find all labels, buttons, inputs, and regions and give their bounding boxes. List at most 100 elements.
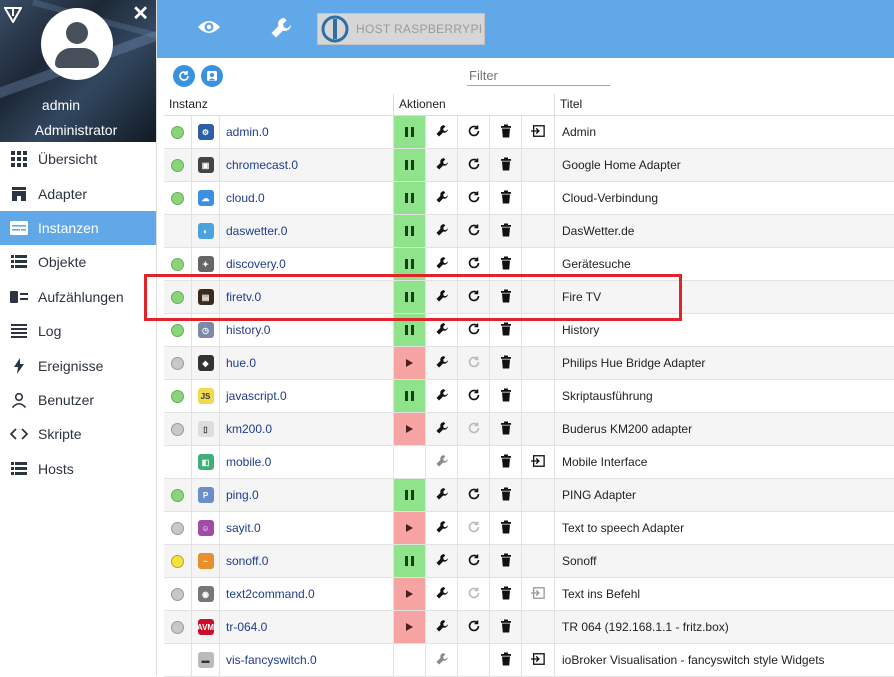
sidebar-item-log[interactable]: Log (0, 314, 156, 348)
start-button[interactable] (394, 413, 426, 445)
delete-button[interactable] (490, 116, 522, 148)
restart-button[interactable] (458, 149, 490, 181)
expert-mode-button[interactable] (201, 65, 223, 87)
adapter-icon-cell: ~ (192, 545, 220, 577)
start-button[interactable] (394, 578, 426, 610)
delete-button[interactable] (490, 578, 522, 610)
instance-name[interactable]: text2command.0 (220, 578, 394, 610)
filter-input[interactable] (467, 66, 610, 86)
settings-button[interactable] (426, 182, 458, 214)
instance-name[interactable]: sayit.0 (220, 512, 394, 544)
restart-button[interactable] (458, 479, 490, 511)
open-web-button[interactable] (522, 446, 554, 478)
settings-button[interactable] (426, 644, 458, 676)
start-button[interactable] (394, 611, 426, 643)
settings-button[interactable] (426, 149, 458, 181)
refresh-button[interactable] (173, 65, 195, 87)
instance-name[interactable]: km200.0 (220, 413, 394, 445)
pause-button[interactable] (394, 380, 426, 412)
wrench-icon[interactable] (269, 16, 293, 40)
close-icon[interactable]: ✕ (132, 4, 149, 24)
delete-button[interactable] (490, 545, 522, 577)
sidebar-item-ereignisse[interactable]: Ereignisse (0, 348, 156, 382)
restart-button[interactable] (458, 611, 490, 643)
restart-icon (467, 355, 481, 372)
open-web-button[interactable] (522, 116, 554, 148)
restart-button[interactable] (458, 578, 490, 610)
sidebar-item-label: Objekte (38, 254, 87, 271)
instance-name[interactable]: hue.0 (220, 347, 394, 379)
sidebar-item-skripte[interactable]: Skripte (0, 417, 156, 451)
settings-button[interactable] (426, 215, 458, 247)
instance-name[interactable]: admin.0 (220, 116, 394, 148)
instance-name[interactable]: daswetter.0 (220, 215, 394, 247)
adapter-logo-icon: P (197, 487, 214, 503)
settings-button[interactable] (426, 446, 458, 478)
instance-name[interactable]: tr-064.0 (220, 611, 394, 643)
host-button[interactable]: HOST RASPBERRYPI (317, 13, 485, 45)
settings-button[interactable] (426, 545, 458, 577)
settings-button[interactable] (426, 116, 458, 148)
pause-button[interactable] (394, 479, 426, 511)
restart-button[interactable] (458, 380, 490, 412)
delete-button[interactable] (490, 149, 522, 181)
sidebar-item-instanzen[interactable]: Instanzen (0, 210, 156, 246)
settings-button[interactable] (426, 512, 458, 544)
pause-icon (405, 490, 414, 500)
open-in-icon (531, 586, 545, 603)
lightning-icon (10, 357, 28, 374)
pause-button[interactable] (394, 116, 426, 148)
restart-button[interactable] (458, 347, 490, 379)
instance-name[interactable]: chromecast.0 (220, 149, 394, 181)
status-cell (164, 413, 192, 445)
settings-button[interactable] (426, 479, 458, 511)
restart-button[interactable] (458, 413, 490, 445)
sidebar-item-objekte[interactable]: Objekte (0, 245, 156, 279)
restart-button[interactable] (458, 116, 490, 148)
delete-button[interactable] (490, 512, 522, 544)
delete-button[interactable] (490, 611, 522, 643)
settings-button[interactable] (426, 380, 458, 412)
delete-button[interactable] (490, 182, 522, 214)
restart-button[interactable] (458, 512, 490, 544)
sidebar-item-hosts[interactable]: Hosts (0, 452, 156, 486)
pause-button[interactable] (394, 215, 426, 247)
pause-button[interactable] (394, 545, 426, 577)
open-in-icon (531, 454, 545, 471)
sidebar-item-adapter[interactable]: Adapter (0, 176, 156, 210)
delete-button[interactable] (490, 215, 522, 247)
delete-button[interactable] (490, 347, 522, 379)
restart-button[interactable] (458, 545, 490, 577)
delete-button[interactable] (490, 479, 522, 511)
eye-icon[interactable] (197, 17, 221, 37)
start-button[interactable] (394, 347, 426, 379)
open-web-button[interactable] (522, 644, 554, 676)
instance-name[interactable]: vis-fancyswitch.0 (220, 644, 394, 676)
pause-button[interactable] (394, 149, 426, 181)
open-web-button[interactable] (522, 578, 554, 610)
settings-button[interactable] (426, 347, 458, 379)
instance-name[interactable]: cloud.0 (220, 182, 394, 214)
delete-button[interactable] (490, 413, 522, 445)
settings-button[interactable] (426, 611, 458, 643)
sidebar-item-benutzer[interactable]: Benutzer (0, 383, 156, 417)
instance-name[interactable]: javascript.0 (220, 380, 394, 412)
start-button[interactable] (394, 512, 426, 544)
logo-icon[interactable] (4, 7, 22, 23)
adapter-logo-icon: ◷ (197, 322, 214, 338)
trash-icon (499, 586, 513, 603)
sidebar-item-übersicht[interactable]: Übersicht (0, 142, 156, 176)
instance-name[interactable]: sonoff.0 (220, 545, 394, 577)
restart-icon (467, 322, 481, 339)
settings-button[interactable] (426, 578, 458, 610)
settings-button[interactable] (426, 413, 458, 445)
delete-button[interactable] (490, 446, 522, 478)
pause-button[interactable] (394, 182, 426, 214)
instance-name[interactable]: ping.0 (220, 479, 394, 511)
restart-button[interactable] (458, 215, 490, 247)
delete-button[interactable] (490, 380, 522, 412)
restart-button[interactable] (458, 182, 490, 214)
sidebar-item-aufzählungen[interactable]: Aufzählungen (0, 280, 156, 314)
instance-name[interactable]: mobile.0 (220, 446, 394, 478)
delete-button[interactable] (490, 644, 522, 676)
